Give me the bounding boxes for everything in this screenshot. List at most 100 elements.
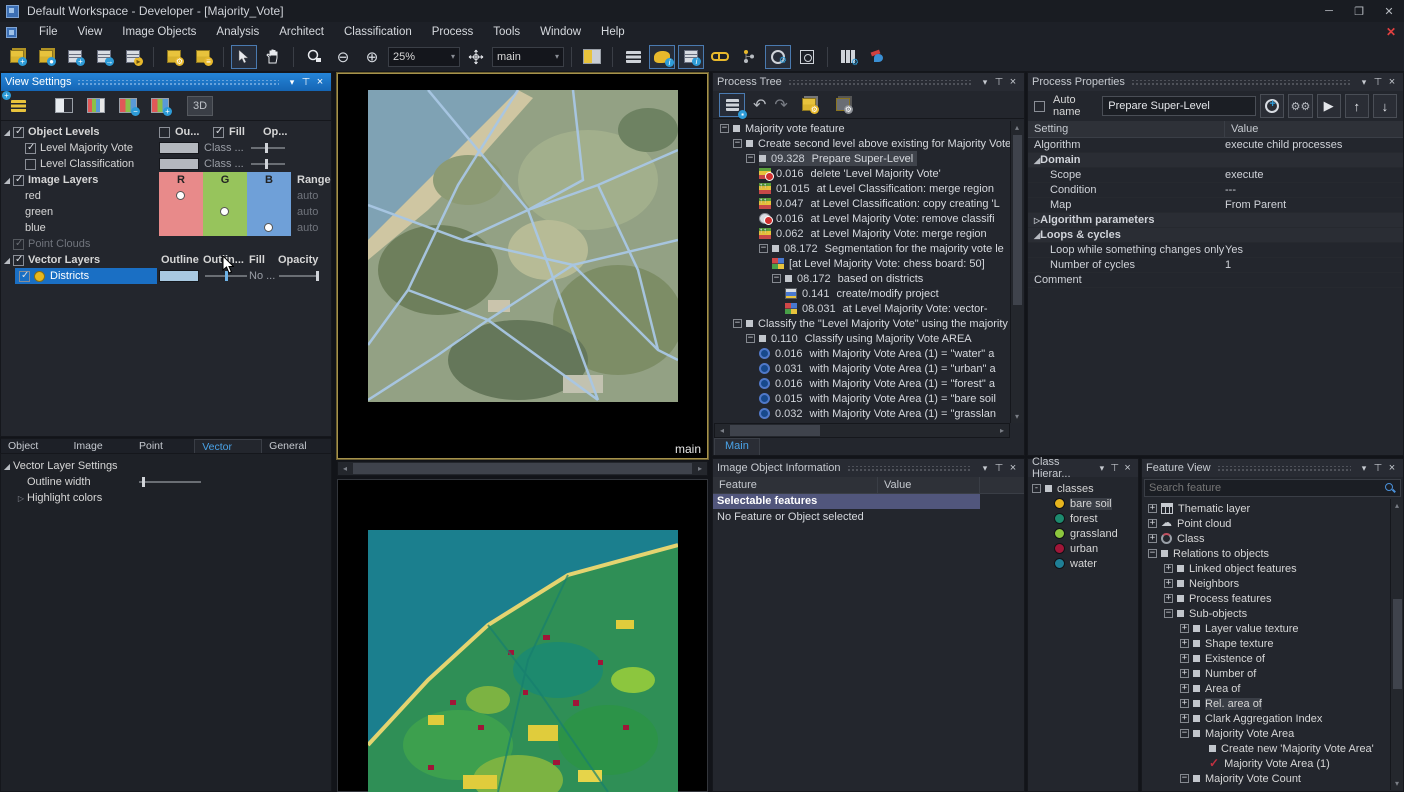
highlight-colors-row[interactable]: ▷ Highlight colors <box>1 490 331 506</box>
process-row[interactable]: 0.141create/modify project <box>714 286 1010 301</box>
property-row[interactable]: MapFrom Parent <box>1028 198 1403 213</box>
property-row[interactable]: Number of cycles1 <box>1028 258 1403 273</box>
process-row[interactable]: 0.032with Majority Vote Area (1) = "gras… <box>714 406 1010 421</box>
expander-icon[interactable]: + <box>1180 699 1189 708</box>
process-row[interactable]: 0.016with Majority Vote Area (1) = "wate… <box>714 346 1010 361</box>
feature-search-input[interactable] <box>1145 482 1384 494</box>
expander-icon[interactable]: − <box>746 154 755 163</box>
find-objects-button[interactable] <box>794 45 820 69</box>
map-combo[interactable]: main▾ <box>492 47 564 67</box>
process-name-input[interactable] <box>1102 96 1256 116</box>
feature-row[interactable]: +Existence of <box>1148 651 1403 666</box>
class-row-grassland[interactable]: grassland <box>1032 526 1138 541</box>
search-icon[interactable] <box>1384 482 1396 494</box>
level-classification-checkbox[interactable] <box>25 159 36 170</box>
property-value[interactable]: --- <box>1225 184 1236 196</box>
feature-row[interactable]: +Number of <box>1148 666 1403 681</box>
import-scene-button[interactable]: → <box>91 45 117 69</box>
point-clouds-row[interactable]: Point Clouds <box>1 236 331 252</box>
close-document-icon[interactable]: ✕ <box>1386 25 1396 39</box>
close-panel-icon[interactable]: × <box>1006 76 1020 88</box>
expander-icon[interactable]: − <box>720 124 729 133</box>
expand-triangle-icon[interactable]: ◢ <box>1 128 13 137</box>
feature-row[interactable]: +Layer value texture <box>1148 621 1403 636</box>
process-row[interactable]: 0.047at Level Classification: copy creat… <box>714 196 1010 211</box>
show-classification-button[interactable] <box>707 45 733 69</box>
minimize-button[interactable]: ─ <box>1314 0 1344 22</box>
districts-outline-swatch[interactable] <box>159 270 199 282</box>
property-row[interactable]: Comment <box>1028 273 1403 288</box>
fill-col-checkbox[interactable] <box>213 127 224 138</box>
save-project-button[interactable]: ● <box>33 45 59 69</box>
layers-list-button[interactable]: ≡ <box>190 45 216 69</box>
pin-icon[interactable]: ⊤ <box>992 77 1006 88</box>
auto-name-checkbox[interactable] <box>1034 101 1045 112</box>
view-settings-button[interactable] <box>620 45 646 69</box>
menu-analysis[interactable]: Analysis <box>206 24 269 40</box>
process-row[interactable]: −09.328Prepare Super-Level <box>714 151 1010 166</box>
object-levels-checkbox[interactable] <box>13 127 24 138</box>
add-workspace-button[interactable]: + <box>62 45 88 69</box>
undo-icon[interactable]: ↶ <box>753 95 766 115</box>
expander-icon[interactable]: + <box>1148 534 1157 543</box>
property-row[interactable]: Loop while something changes onlyYes <box>1028 243 1403 258</box>
expander-icon[interactable]: + <box>1180 654 1189 663</box>
close-panel-icon[interactable]: × <box>313 76 327 88</box>
expander-icon[interactable]: + <box>1164 594 1173 603</box>
class-row-water[interactable]: water <box>1032 556 1138 571</box>
feature-row[interactable]: +Process features <box>1148 591 1403 606</box>
outline-width-slider[interactable] <box>139 476 201 488</box>
feature-row[interactable]: +Linked object features <box>1148 561 1403 576</box>
process-flag-icon[interactable] <box>746 320 753 327</box>
3d-view-button[interactable]: 3D <box>187 96 213 116</box>
level2-outline-swatch[interactable] <box>159 158 199 170</box>
move-down-button[interactable]: ↓ <box>1373 94 1397 118</box>
execute-button[interactable]: ▶ <box>1317 94 1341 118</box>
panel-menu-icon[interactable]: ▾ <box>1095 463 1108 474</box>
map1-horizontal-scrollbar[interactable]: ◂▸ <box>337 461 708 476</box>
expander-icon[interactable]: + <box>1164 564 1173 573</box>
process-profiler-button[interactable] <box>765 45 791 69</box>
class-row-urban[interactable]: urban <box>1032 541 1138 556</box>
menu-architect[interactable]: Architect <box>269 24 334 40</box>
draw-tools-button[interactable] <box>864 45 890 69</box>
vs-tab-image-layers[interactable]: Image Layers <box>67 439 133 454</box>
process-row[interactable]: 0.016at Level Majority Vote: remove clas… <box>714 211 1010 226</box>
process-row[interactable]: 0.016with Majority Vote Area (1) = "fore… <box>714 376 1010 391</box>
level-classification-row[interactable]: Level Classification Class ... <box>1 156 331 172</box>
close-panel-icon[interactable]: × <box>1385 462 1399 474</box>
process-row[interactable]: 08.031at Level Majority Vote: vector- <box>714 301 1010 316</box>
navigate-button[interactable] <box>463 45 489 69</box>
expander-icon[interactable]: − <box>1180 774 1189 783</box>
expander-icon[interactable]: + <box>1180 684 1189 693</box>
classes-root-row[interactable]: - classes <box>1032 481 1138 496</box>
expand-triangle-icon[interactable]: ◢ <box>1 176 13 185</box>
property-value[interactable]: 1 <box>1225 259 1231 271</box>
level-majority-vote-row[interactable]: Level Majority Vote Class ... <box>1 140 331 156</box>
menu-window[interactable]: Window <box>530 24 591 40</box>
menu-help[interactable]: Help <box>591 24 635 40</box>
expander-icon[interactable]: + <box>1180 714 1189 723</box>
property-value[interactable]: execute <box>1225 169 1264 181</box>
move-up-button[interactable]: ↑ <box>1345 94 1369 118</box>
algorithm-settings-button[interactable]: ⚙⚙ <box>1288 94 1312 118</box>
point-clouds-checkbox[interactable] <box>13 239 24 250</box>
expander-icon[interactable]: − <box>746 334 755 343</box>
process-flag-icon[interactable] <box>785 275 792 282</box>
panel-menu-icon[interactable]: ▾ <box>978 463 992 474</box>
ioi-col-feature[interactable]: Feature <box>713 477 878 493</box>
pan-hand-button[interactable] <box>260 45 286 69</box>
class-row-bare-soil[interactable]: bare soil <box>1032 496 1138 511</box>
image-object-info-button[interactable]: i <box>649 45 675 69</box>
process-row[interactable]: 0.015with Majority Vote Area (1) = "bare… <box>714 391 1010 406</box>
level-opacity-slider[interactable] <box>251 142 285 154</box>
zoom-out-button[interactable]: ⊖ <box>330 45 356 69</box>
feature-row[interactable]: +Rel. area of <box>1148 696 1403 711</box>
remove-view-button[interactable]: − <box>115 94 141 118</box>
districts-opacity-slider[interactable] <box>279 270 319 282</box>
expander-icon[interactable]: − <box>1148 549 1157 558</box>
menu-file[interactable]: File <box>29 24 68 40</box>
run-workspace-button[interactable]: ⚙ <box>796 93 822 117</box>
zoom-area-button[interactable] <box>301 45 327 69</box>
pin-icon[interactable]: ⊤ <box>1371 463 1385 474</box>
